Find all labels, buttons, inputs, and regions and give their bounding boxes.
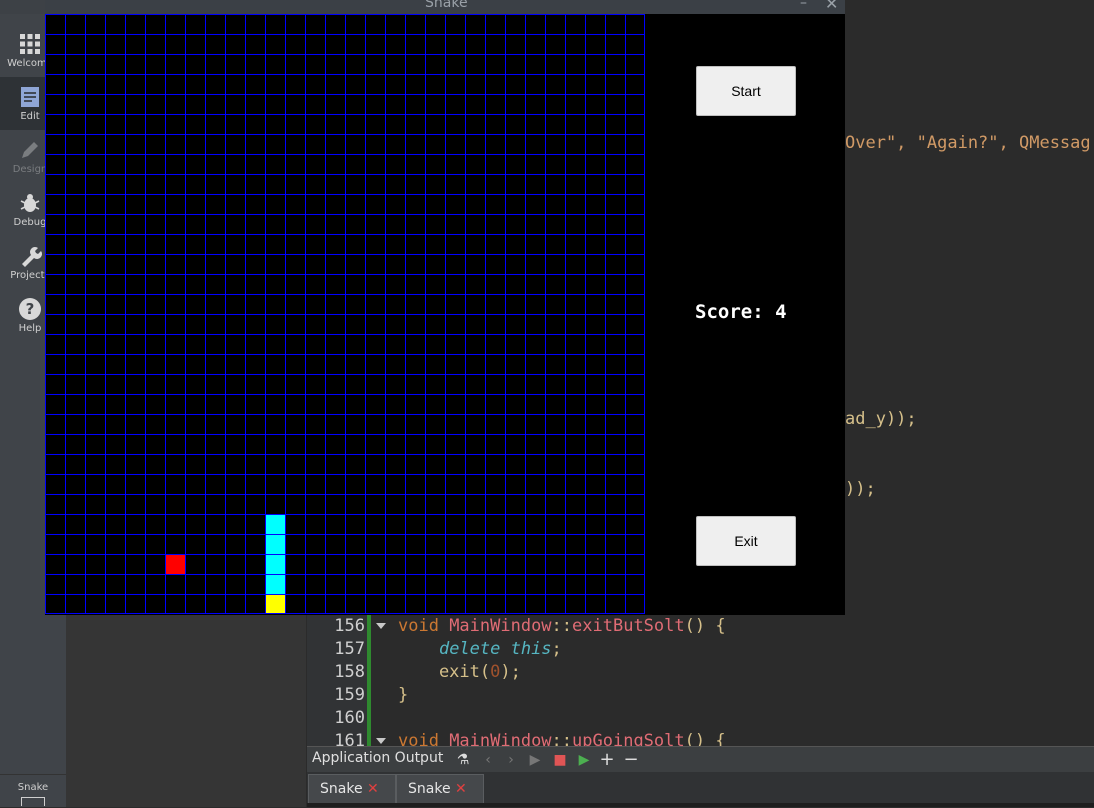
code-line: exit(0); bbox=[398, 661, 521, 684]
code-line: delete this; bbox=[398, 638, 562, 661]
close-icon[interactable]: ✕ bbox=[367, 781, 379, 797]
monitor-icon bbox=[21, 797, 45, 806]
debug-run-icon[interactable]: ▶ bbox=[575, 751, 593, 769]
bug-icon bbox=[20, 194, 40, 212]
code-fragment-messagebox: Over", "Again?", QMessag bbox=[845, 132, 1091, 155]
application-output-title: Application Output bbox=[312, 750, 444, 766]
snake-body-segment bbox=[265, 534, 285, 554]
document-icon bbox=[21, 87, 39, 107]
snake-body-segment bbox=[265, 554, 285, 574]
code-fragment-close: )); bbox=[845, 478, 876, 501]
output-tab-label: Snake bbox=[320, 781, 363, 797]
project-selector-label: Snake bbox=[17, 782, 49, 793]
score-display: Score: 4 bbox=[695, 301, 787, 323]
next-icon[interactable]: › bbox=[502, 751, 520, 769]
code-token: delete this bbox=[438, 639, 552, 659]
zoom-in-icon[interactable]: + bbox=[598, 751, 616, 769]
change-marker-bar bbox=[367, 614, 371, 746]
food-item bbox=[165, 554, 185, 574]
code-token: :: bbox=[551, 616, 573, 636]
code-line: void MainWindow::exitButSolt() { bbox=[398, 615, 726, 638]
code-token: MainWindow bbox=[449, 616, 552, 636]
code-token: () { bbox=[684, 616, 726, 636]
previous-icon[interactable]: ‹ bbox=[479, 751, 497, 769]
line-number: 157 bbox=[334, 639, 365, 659]
output-tabs: Snake ✕ Snake ✕ bbox=[307, 772, 1094, 807]
minimize-icon[interactable]: – bbox=[800, 0, 807, 11]
snake-body-segment bbox=[265, 514, 285, 534]
score-label: Score: bbox=[695, 301, 764, 323]
code-token: ); bbox=[500, 662, 521, 682]
application-output-toolbar: Application Output ⚗ ‹ › ▶ ■ ▶ + − bbox=[307, 746, 1094, 773]
code-token: 0 bbox=[490, 662, 501, 682]
line-number: 160 bbox=[334, 708, 365, 728]
stop-icon[interactable]: ■ bbox=[551, 751, 569, 769]
output-tab[interactable]: Snake ✕ bbox=[396, 774, 484, 805]
fold-arrow-icon[interactable] bbox=[376, 623, 386, 629]
score-value: 4 bbox=[775, 301, 787, 323]
code-fragment-head-y: ad_y)); bbox=[845, 408, 917, 431]
code-token: ; bbox=[551, 639, 562, 659]
output-tab[interactable]: Snake ✕ bbox=[308, 774, 396, 805]
code-fragment-messagebox-text: Over", "Again?", QMessag bbox=[845, 133, 1091, 153]
output-tab-label: Snake bbox=[408, 781, 451, 797]
code-fragment-head-y-text: ad_y)); bbox=[845, 409, 917, 429]
zoom-out-icon[interactable]: − bbox=[622, 751, 640, 769]
tab-strip-border bbox=[307, 803, 1094, 807]
line-number: 156 bbox=[334, 616, 365, 636]
code-token: exit( bbox=[398, 662, 491, 682]
code-token: void bbox=[398, 616, 450, 636]
grid-icon bbox=[20, 34, 40, 54]
snake-body-segment bbox=[265, 574, 285, 594]
project-selector[interactable]: Snake bbox=[0, 774, 66, 808]
code-fragment-close-text: )); bbox=[845, 479, 876, 499]
pencil-icon bbox=[22, 142, 38, 158]
line-number: 159 bbox=[334, 685, 365, 705]
question-icon: ? bbox=[19, 298, 41, 320]
start-button[interactable]: Start bbox=[696, 66, 796, 116]
wrench-icon bbox=[22, 247, 42, 267]
snake-window-title: Snake bbox=[425, 0, 468, 11]
close-icon[interactable]: ✕ bbox=[825, 0, 838, 13]
game-board bbox=[45, 14, 645, 614]
code-token: exitButSolt bbox=[572, 616, 685, 636]
fold-arrow-icon[interactable] bbox=[376, 738, 386, 744]
line-number: 158 bbox=[334, 662, 365, 682]
exit-button[interactable]: Exit bbox=[696, 516, 796, 566]
attach-icon[interactable]: ⚗ bbox=[454, 751, 472, 769]
run-icon[interactable]: ▶ bbox=[526, 751, 544, 769]
snake-window: Start Score: 4 Exit bbox=[45, 14, 845, 615]
code-line: } bbox=[398, 684, 408, 707]
snake-head bbox=[265, 594, 285, 614]
snake-window-titlebar: Snake – ✕ bbox=[45, 0, 845, 14]
project-tree-pane bbox=[66, 614, 306, 807]
close-icon[interactable]: ✕ bbox=[455, 781, 467, 797]
code-token: } bbox=[398, 685, 409, 705]
svg-text:?: ? bbox=[26, 300, 35, 318]
